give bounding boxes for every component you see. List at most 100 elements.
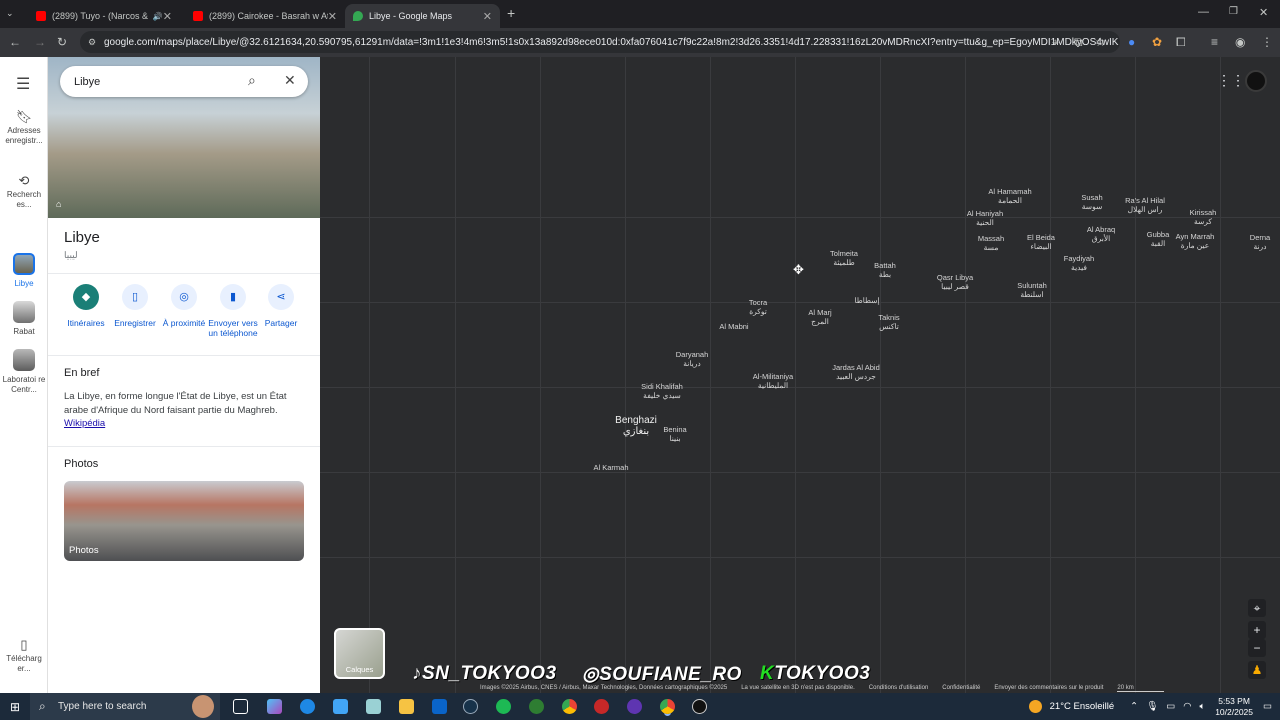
- hamburger-menu-icon[interactable]: ☰: [16, 74, 30, 94]
- city-label[interactable]: إسطاطا: [854, 296, 879, 305]
- city-label[interactable]: Al Abraq الأبرق: [1087, 225, 1115, 243]
- outlook-icon[interactable]: [432, 699, 447, 714]
- my-location-icon[interactable]: ⌖: [1248, 599, 1266, 617]
- city-label[interactable]: Ra's Al Hilal راس الهلال: [1125, 196, 1165, 214]
- scale-bar[interactable]: 20 km: [1117, 685, 1164, 692]
- app-icon[interactable]: [366, 699, 381, 714]
- app-icon[interactable]: [594, 699, 609, 714]
- city-label[interactable]: Ayn Marrah عين مارة: [1176, 232, 1215, 250]
- windows-start-icon[interactable]: ⊞: [10, 700, 20, 714]
- chrome-profile-icon[interactable]: [627, 699, 642, 714]
- directions-button[interactable]: ◆ Itinéraires: [60, 284, 112, 328]
- keyboard-icon[interactable]: ▭: [1166, 701, 1175, 712]
- city-label[interactable]: Battah بطة: [874, 261, 896, 279]
- task-view-icon[interactable]: [233, 699, 248, 714]
- chrome-active-icon[interactable]: [660, 699, 675, 714]
- account-avatar[interactable]: [1245, 70, 1267, 92]
- wikipedia-link[interactable]: Wikipédia: [64, 418, 105, 429]
- city-label[interactable]: Qasr Libya قصر ليبيا: [937, 273, 973, 291]
- city-label[interactable]: Benina بنينا: [663, 425, 686, 443]
- microphone-icon[interactable]: 🎙︎: [1146, 701, 1158, 712]
- city-label[interactable]: Al-Militaniya المليطانية: [753, 372, 793, 390]
- city-label[interactable]: Tocra توكرة: [749, 298, 767, 316]
- close-icon[interactable]: ✕: [284, 72, 296, 89]
- close-tab-icon[interactable]: ✕: [483, 10, 492, 23]
- privacy-link[interactable]: Confidentialité: [942, 685, 980, 692]
- upwork-icon[interactable]: [529, 699, 544, 714]
- terms-link[interactable]: Conditions d'utilisation: [869, 685, 929, 692]
- speaker-icon[interactable]: 🔊: [153, 12, 163, 21]
- tab-google-maps[interactable]: Libye - Google Maps ✕: [345, 4, 500, 28]
- city-label[interactable]: Al Karmah: [593, 463, 628, 472]
- extensions-icon[interactable]: ⧠: [1176, 35, 1186, 50]
- zoom-in-button[interactable]: +: [1248, 621, 1266, 639]
- tab-youtube-cairokee[interactable]: (2899) Cairokee - Basrah w Atoi ✕: [185, 4, 345, 28]
- city-label[interactable]: Sidi Khalifah سيدي خليفة: [641, 382, 683, 400]
- wifi-icon[interactable]: ◠: [1183, 701, 1191, 712]
- spotify-icon[interactable]: [496, 699, 511, 714]
- extension-icon[interactable]: ●: [1128, 35, 1135, 49]
- address-bar[interactable]: ⚙ google.com/maps/place/Libye/@32.612163…: [80, 31, 1120, 53]
- install-icon[interactable]: ⧉: [1074, 35, 1083, 50]
- close-tab-icon[interactable]: ✕: [328, 10, 337, 23]
- steam-icon[interactable]: [463, 699, 478, 714]
- nearby-button[interactable]: ◎ À proximité: [158, 284, 210, 328]
- restore-icon[interactable]: ❐: [1229, 6, 1238, 17]
- chevron-up-icon[interactable]: ⌃: [1130, 701, 1138, 712]
- notifications-icon[interactable]: ▭: [1263, 701, 1272, 712]
- profile-avatar-icon[interactable]: ◉: [1235, 35, 1245, 49]
- city-label[interactable]: Benghazi بنغازي: [615, 415, 657, 437]
- city-label[interactable]: Suluntah اسلنطة: [1017, 281, 1047, 299]
- site-info-icon[interactable]: ⚙: [88, 37, 96, 48]
- feedback-link[interactable]: Envoyer des commentaires sur le produit: [994, 685, 1103, 692]
- close-tab-icon[interactable]: ✕: [163, 10, 172, 23]
- city-label[interactable]: Al Haniyah الحنية: [967, 209, 1003, 227]
- rail-download[interactable]: ▯ Télécharg er...: [0, 638, 48, 674]
- save-button[interactable]: ▯ Enregistrer: [109, 284, 161, 328]
- search-icon[interactable]: ⌕: [248, 72, 256, 89]
- copilot-icon[interactable]: [267, 699, 282, 714]
- rail-recent[interactable]: ⟲ Recherch es...: [0, 174, 48, 210]
- taskbar-search-input[interactable]: ⌕ Type here to search: [30, 693, 220, 720]
- zoom-out-button[interactable]: −: [1248, 639, 1266, 657]
- tab-search-icon[interactable]: ⌄: [6, 8, 14, 19]
- city-label[interactable]: Daryanah دريانة: [676, 350, 709, 368]
- store-icon[interactable]: [333, 699, 348, 714]
- city-label[interactable]: Al Hamamah الحمامة: [988, 187, 1031, 205]
- rail-item-rabat[interactable]: Rabat: [0, 301, 48, 337]
- forward-icon[interactable]: →: [34, 35, 46, 49]
- weather-text[interactable]: 21°C Ensoleillé: [1050, 701, 1115, 712]
- location-icon[interactable]: ⌖: [1052, 35, 1059, 50]
- menu-icon[interactable]: ⋮: [1261, 35, 1273, 49]
- minimize-icon[interactable]: —: [1198, 6, 1209, 18]
- city-label[interactable]: Kirissah كرسة: [1190, 208, 1217, 226]
- rail-item-libye[interactable]: Libye: [0, 253, 48, 289]
- layers-button[interactable]: Calques: [334, 628, 385, 679]
- pegman-icon[interactable]: ♟: [1248, 661, 1266, 679]
- search-input[interactable]: Libye ⌕ ✕: [60, 66, 308, 97]
- extension-icon[interactable]: ✿: [1152, 35, 1162, 49]
- apps-grid-icon[interactable]: ⋮⋮: [1217, 72, 1245, 89]
- file-explorer-icon[interactable]: [399, 699, 414, 714]
- bookmark-star-icon[interactable]: ☆: [1095, 35, 1106, 49]
- city-label[interactable]: Al Mabni: [719, 322, 748, 331]
- rail-item-laboratoire[interactable]: Laboratoi re Centr...: [0, 349, 48, 395]
- close-window-icon[interactable]: ✕: [1259, 6, 1268, 19]
- weather-icon[interactable]: [1028, 700, 1042, 713]
- city-label[interactable]: Gubba القبة: [1147, 230, 1170, 248]
- send-to-phone-button[interactable]: ▮ Envoyer vers un téléphone: [207, 284, 259, 338]
- city-label[interactable]: Massah مسة: [978, 234, 1004, 252]
- github-icon[interactable]: [692, 699, 707, 714]
- city-label[interactable]: Jardas Al Abid جردس العبيد: [832, 363, 880, 381]
- clock[interactable]: 5:53 PM 10/2/2025: [1215, 696, 1253, 718]
- chrome-icon[interactable]: [562, 699, 577, 714]
- city-label[interactable]: Al Marj المرج: [808, 308, 831, 326]
- city-label[interactable]: Faydiyah فيدية: [1064, 254, 1094, 272]
- reload-icon[interactable]: ↻: [57, 35, 67, 49]
- edge-icon[interactable]: [300, 699, 315, 714]
- media-icon[interactable]: ≡: [1211, 35, 1218, 49]
- new-tab-icon[interactable]: +: [507, 5, 515, 21]
- map-canvas[interactable]: Al Hamamah الحمامة Al Haniyah الحنية Susah سو…: [320, 57, 1280, 693]
- share-button[interactable]: ⋖ Partager: [255, 284, 307, 328]
- back-icon[interactable]: ←: [9, 35, 21, 49]
